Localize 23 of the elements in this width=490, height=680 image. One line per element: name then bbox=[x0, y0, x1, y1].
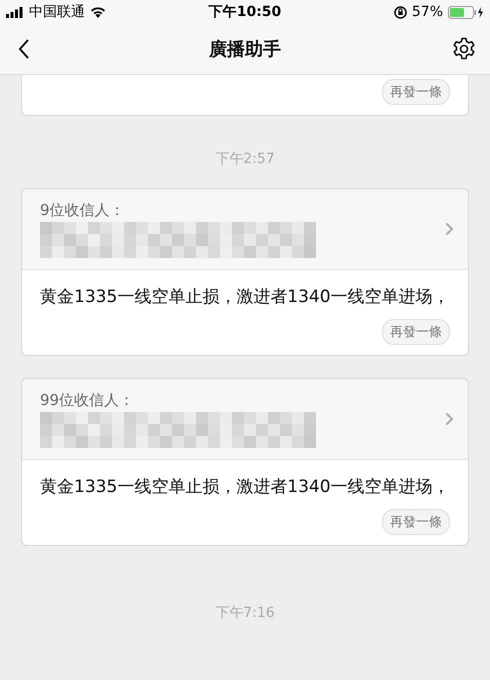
rotation-lock-icon bbox=[394, 6, 407, 18]
resend-button[interactable]: 再發一條 bbox=[382, 509, 450, 535]
recipients-label: 99位收信人： bbox=[40, 390, 136, 410]
settings-icon[interactable] bbox=[452, 37, 476, 61]
clock-time: 下午10:50 bbox=[208, 3, 282, 21]
recipients-header[interactable]: 99位收信人： bbox=[22, 379, 468, 460]
timestamp: 下午2:57 bbox=[215, 150, 275, 168]
recipients-label: 9位收信人： bbox=[40, 200, 126, 220]
page-title: 廣播助手 bbox=[209, 38, 281, 61]
back-icon[interactable] bbox=[18, 39, 30, 59]
resend-button[interactable]: 再發一條 bbox=[382, 79, 450, 105]
timestamp: 下午7:16 bbox=[215, 604, 275, 622]
message-text: 黄金1335一线空单止损，激进者1340一线空单进场， bbox=[39, 476, 451, 499]
resend-button[interactable]: 再發一條 bbox=[382, 319, 450, 345]
chevron-icon bbox=[445, 412, 454, 426]
wifi-icon bbox=[90, 6, 106, 18]
message-text: 黄金1335一线空单止损，激进者1340一线空单进场， bbox=[39, 286, 451, 309]
signal-icon bbox=[6, 6, 24, 18]
battery-percent: 57% bbox=[412, 4, 443, 20]
carrier-name: 中国联通 bbox=[29, 3, 85, 21]
battery-charging-icon bbox=[448, 6, 484, 18]
chevron-icon bbox=[445, 222, 454, 236]
recipients-header[interactable]: 9位收信人： bbox=[22, 189, 468, 270]
